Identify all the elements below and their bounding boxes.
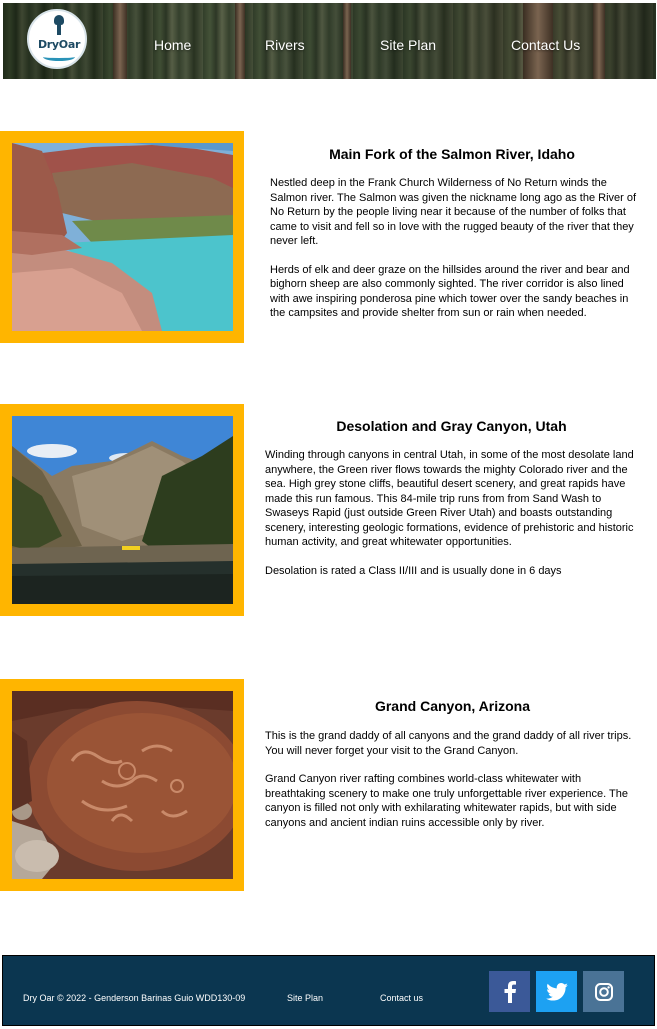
river-title: Main Fork of the Salmon River, Idaho [329, 146, 575, 162]
river-description: Nestled deep in the Frank Church Wildern… [270, 177, 637, 247]
site-header: DryOar Home Rivers Site Plan Contact Us [3, 3, 656, 79]
nav-home[interactable]: Home [154, 37, 191, 53]
nav-rivers[interactable]: Rivers [265, 37, 305, 53]
tree-trunk [113, 3, 127, 79]
site-logo[interactable]: DryOar [27, 9, 87, 69]
river-description: Winding through canyons in central Utah,… [265, 449, 634, 548]
grand-canyon-petroglyph-photo [12, 691, 233, 879]
river-description: Herds of elk and deer graze on the hills… [270, 263, 630, 320]
facebook-icon[interactable] [489, 971, 530, 1012]
desolation-canyon-photo [12, 416, 233, 604]
wave-icon [43, 53, 75, 61]
tree-trunk [593, 3, 605, 79]
site-footer: Dry Oar © 2022 - Genderson Barinas Guio … [2, 955, 655, 1026]
river-text-block: Main Fork of the Salmon River, Idaho Nes… [266, 146, 638, 321]
footer-contact-link[interactable]: Contact us [380, 993, 423, 1003]
twitter-icon[interactable] [536, 971, 577, 1012]
tree-trunk [235, 3, 245, 79]
nav-contact-us[interactable]: Contact Us [511, 37, 580, 53]
salmon-river-photo [12, 143, 233, 331]
logo-text: DryOar [37, 38, 81, 51]
river-text-block: Grand Canyon, Arizona This is the grand … [265, 698, 638, 830]
river-description: Grand Canyon river rafting combines worl… [265, 773, 628, 829]
river-title: Grand Canyon, Arizona [374, 698, 531, 714]
river-title: Desolation and Gray Canyon, Utah [336, 418, 567, 434]
river-photo-frame [0, 131, 244, 343]
river-description: This is the grand daddy of all canyons a… [265, 730, 632, 757]
instagram-icon[interactable] [583, 971, 624, 1012]
river-photo-frame [0, 404, 244, 616]
footer-site-plan-link[interactable]: Site Plan [287, 993, 323, 1003]
footer-copyright: Dry Oar © 2022 - Genderson Barinas Guio … [23, 993, 246, 1003]
river-photo-frame [0, 679, 244, 891]
river-description: Desolation is rated a Class II/III and i… [265, 564, 562, 577]
tree-trunk [343, 3, 351, 79]
river-text-block: Desolation and Gray Canyon, Utah Winding… [265, 418, 638, 578]
nav-site-plan[interactable]: Site Plan [380, 37, 436, 53]
